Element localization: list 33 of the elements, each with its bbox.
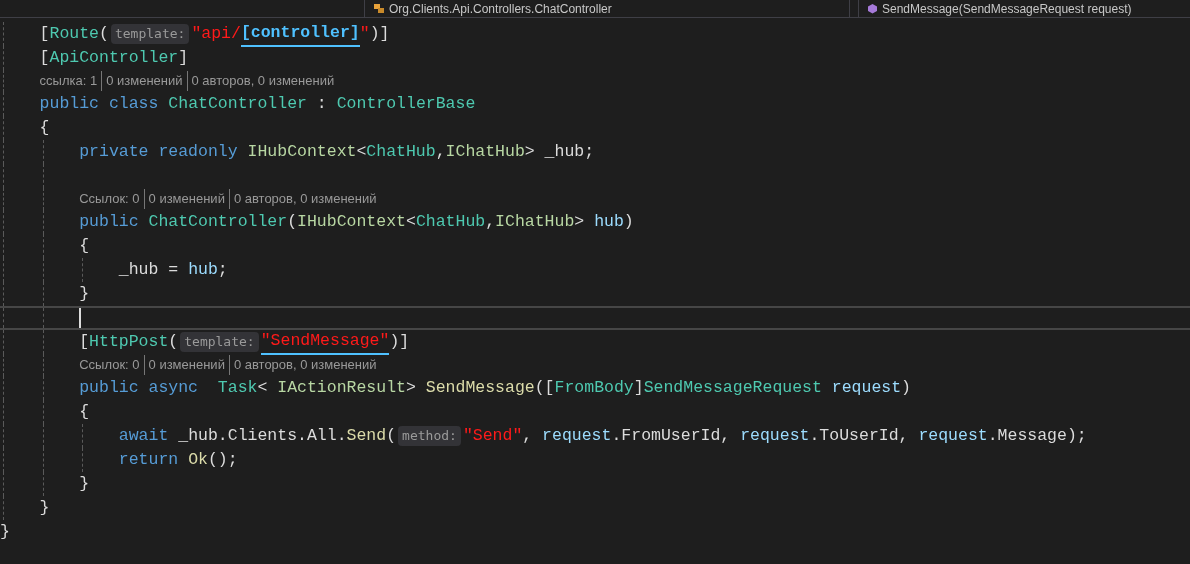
code-line: { [79,400,90,423]
code-line: [ApiController] [39,46,189,69]
codelens-link[interactable]: 0 изменений [106,71,183,91]
codelens-link[interactable]: 0 изменений [148,189,225,209]
codelens-link[interactable]: 0 изменений [148,355,225,375]
codelens-link[interactable]: ссылка: 1 [39,71,98,91]
code-line: return Ok(); [118,448,238,471]
class-icon [373,3,385,14]
code-line: } [39,496,50,519]
code-line: [Route( template: "api/[controller]")] [39,20,390,48]
codelens-link[interactable]: 0 авторов, 0 изменений [233,355,377,375]
codelens-link[interactable]: Ссылок: 0 [79,355,140,375]
codelens-link[interactable]: 0 авторов, 0 изменений [191,71,335,91]
code-line: [HttpPost( template: "SendMessage")] [79,328,410,356]
code-line: } [79,472,90,495]
code-line: private readonly IHubContext<ChatHub,IChatHub> _hub; [79,140,595,163]
code-line: public class ChatController : ControllerBase [39,92,476,115]
code-line: { [39,116,50,139]
member-dropdown[interactable]: SendMessage(SendMessageRequest request) [858,0,1190,17]
code-line: public ChatController(IHubContext<ChatHub,IChatHub> hub) [79,210,634,233]
codelens-link[interactable]: 0 авторов, 0 изменений [233,189,377,209]
code-line: _hub = hub; [118,258,228,281]
method-icon [867,3,878,14]
codelens-link[interactable]: Ссылок: 0 [79,189,140,209]
code-line: { [79,234,90,257]
code-line: } [79,282,90,305]
code-line: await _hub.Clients.All.Send( method: "Send", request.FromUserId, request.ToUserId, request.Message); [118,424,1087,448]
type-path-dropdown[interactable]: Org.Clients.Api.Controllers.ChatController [364,0,850,17]
member-text: SendMessage(SendMessageRequest request) [882,0,1132,18]
code-line: } [0,520,10,543]
code-line: public async Task< IActionResult> SendMessage([FromBody]SendMessageRequest request) [79,376,911,399]
text-cursor [79,308,82,328]
type-path-text: Org.Clients.Api.Controllers.ChatController [389,0,612,18]
